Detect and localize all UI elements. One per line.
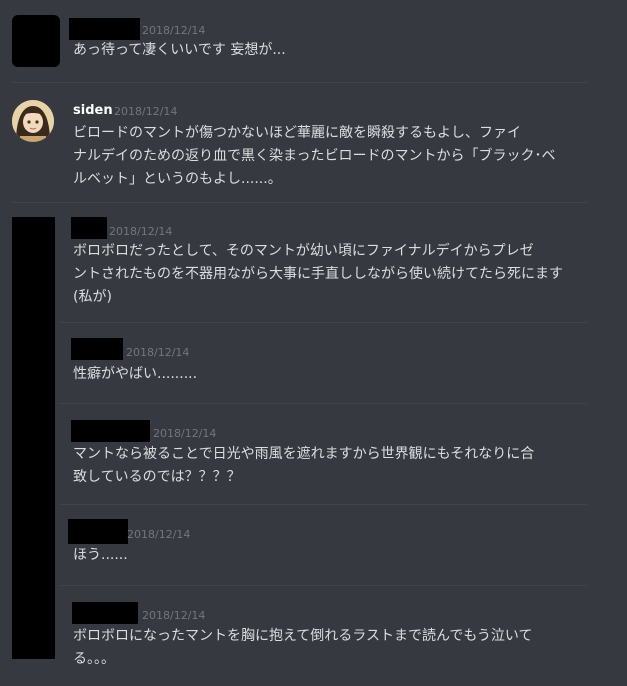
username-redacted[interactable] bbox=[71, 420, 150, 442]
username-redacted[interactable] bbox=[72, 602, 138, 624]
username-redacted[interactable] bbox=[71, 217, 107, 239]
message-divider bbox=[12, 82, 587, 83]
message-line: ントされたものを不器用ながら大事に手直ししながら使い続けてたら死にます bbox=[73, 266, 563, 282]
avatar-image bbox=[12, 100, 54, 142]
message-divider bbox=[12, 202, 587, 203]
message-timestamp: 2018/12/14 bbox=[126, 346, 190, 359]
message-divider bbox=[60, 403, 587, 404]
message-timestamp: 2018/12/14 bbox=[142, 24, 206, 37]
message-line: 致しているのでは？？？？ bbox=[73, 469, 241, 485]
message-timestamp: 2018/12/14 bbox=[142, 609, 206, 622]
message-line: ボロボロだったとして、そのマントが幼い頃にファイナルデイからプレゼ bbox=[73, 243, 534, 259]
message-line: マントなら被ることで日光や雨風を遮れますから世界観にもそれなりに合 bbox=[73, 446, 535, 462]
message-text: 性癖がやばい......... bbox=[73, 363, 603, 386]
username-redacted[interactable] bbox=[68, 519, 128, 544]
message-line: る。。。 bbox=[73, 651, 115, 667]
message-line: ナルデイのための返り血で黒く染まったビロードのマントから「ブラック･ベ bbox=[73, 148, 556, 164]
message-line: ルベット」というのもよし......。 bbox=[73, 171, 282, 187]
avatar[interactable] bbox=[12, 100, 54, 142]
message-text: ボロボロだったとして、そのマントが幼い頃にファイナルデイからプレゼ ントされたも… bbox=[73, 240, 603, 309]
message-timestamp: 2018/12/14 bbox=[109, 225, 173, 238]
message-line: ビロードのマントが傷つかないほど華麗に敵を瞬殺するもよし、ファイ bbox=[73, 125, 521, 141]
message-author[interactable]: siden bbox=[73, 103, 113, 119]
message-divider bbox=[60, 585, 587, 586]
avatar-column-redacted bbox=[12, 217, 55, 659]
message-line: 性癖がやばい......... bbox=[73, 366, 198, 382]
message-line: (私が) bbox=[73, 289, 112, 305]
username-redacted[interactable] bbox=[71, 338, 123, 360]
message-line: あっ待って凄くいいです 妄想が... bbox=[73, 42, 286, 58]
message-timestamp: 2018/12/14 bbox=[127, 528, 191, 541]
message-line: ほう...... bbox=[73, 547, 128, 563]
avatar[interactable] bbox=[12, 15, 60, 67]
chat-log: 2018/12/14 あっ待って凄くいいです 妄想が... siden 2018… bbox=[0, 0, 627, 686]
message-text: ボロボロになったマントを胸に抱えて倒れるラストまで読んでもう泣いて る。。。 bbox=[73, 625, 603, 671]
username-redacted[interactable] bbox=[69, 18, 140, 40]
message-text: マントなら被ることで日光や雨風を遮れますから世界観にもそれなりに合 致しているの… bbox=[73, 443, 603, 489]
message-text: ビロードのマントが傷つかないほど華麗に敵を瞬殺するもよし、ファイ ナルデイのため… bbox=[73, 122, 603, 191]
message-divider bbox=[60, 504, 587, 505]
message-timestamp: 2018/12/14 bbox=[114, 105, 178, 118]
message-line: ボロボロになったマントを胸に抱えて倒れるラストまで読んでもう泣いて bbox=[73, 628, 533, 644]
message-text: あっ待って凄くいいです 妄想が... bbox=[73, 39, 603, 62]
message-text: ほう...... bbox=[73, 544, 603, 567]
message-divider bbox=[60, 322, 587, 323]
message-timestamp: 2018/12/14 bbox=[153, 427, 217, 440]
